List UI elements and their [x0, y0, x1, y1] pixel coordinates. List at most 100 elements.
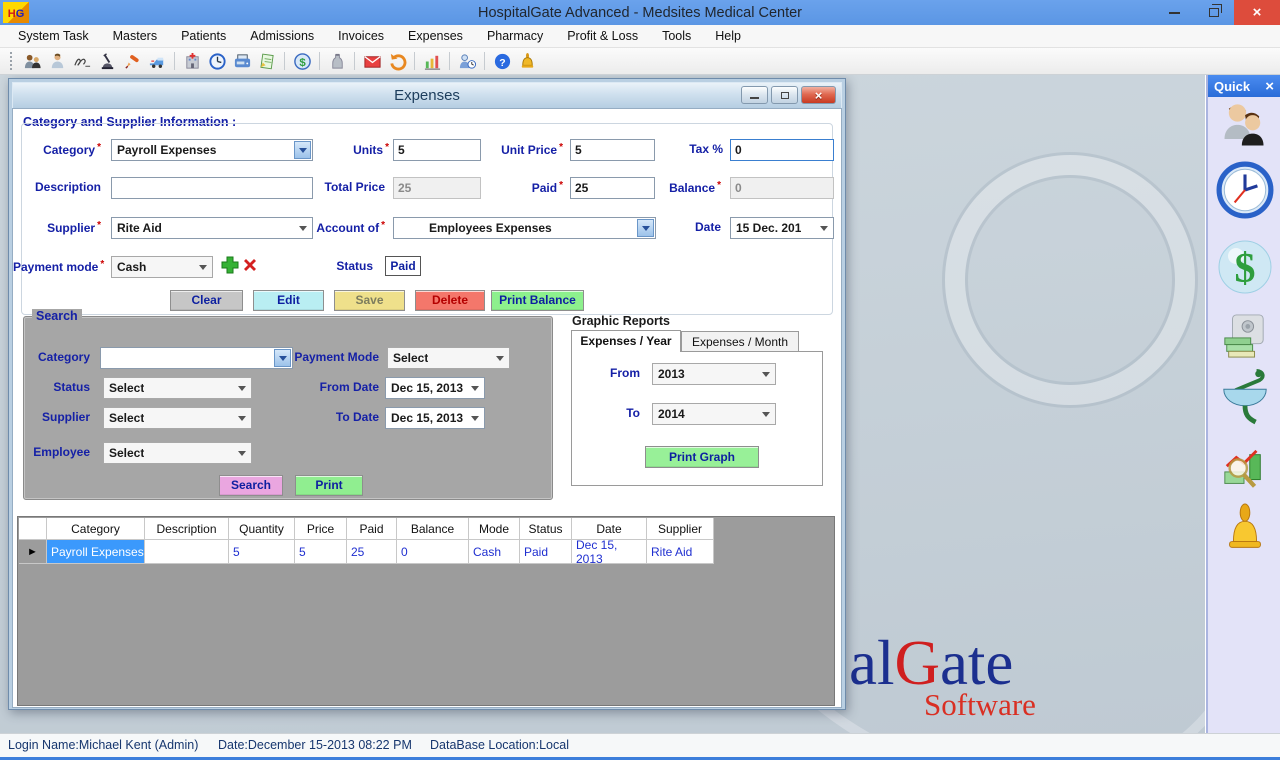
expenses-minimize-button[interactable] — [741, 86, 768, 104]
edit-button[interactable]: Edit — [253, 290, 324, 311]
graph-from-combo[interactable]: 2013 — [652, 363, 776, 385]
col-description[interactable]: Description — [145, 518, 229, 540]
col-quantity[interactable]: Quantity — [229, 518, 295, 540]
menu-system-task[interactable]: System Task — [6, 25, 101, 47]
search-payment-mode-combo[interactable]: Select — [387, 347, 510, 369]
staff-schedule-icon[interactable] — [456, 50, 478, 72]
minimize-button[interactable] — [1154, 0, 1194, 25]
col-mode[interactable]: Mode — [469, 518, 520, 540]
chart-icon[interactable] — [421, 50, 443, 72]
add-payment-mode-icon[interactable] — [221, 256, 239, 274]
signature-icon[interactable] — [71, 50, 93, 72]
chevron-down-icon[interactable] — [294, 141, 311, 159]
cell-category[interactable]: Payroll Expenses — [47, 540, 145, 564]
cell-balance[interactable]: 0 — [397, 540, 469, 564]
hospital-icon[interactable] — [181, 50, 203, 72]
pen-icon[interactable] — [121, 50, 143, 72]
category-combo[interactable]: Payroll Expenses — [111, 139, 313, 161]
units-input[interactable] — [393, 139, 481, 161]
cell-description[interactable] — [145, 540, 229, 564]
status-login: Login Name:Michael Kent (Admin) — [8, 738, 198, 752]
col-status[interactable]: Status — [520, 518, 572, 540]
expenses-close-button[interactable]: × — [801, 86, 836, 104]
chevron-down-icon[interactable] — [637, 219, 654, 237]
quick-analysis-icon[interactable] — [1221, 447, 1267, 498]
quick-staff-icon[interactable] — [1218, 99, 1270, 158]
date-picker[interactable]: 15 Dec. 201 — [730, 217, 834, 239]
menu-pharmacy[interactable]: Pharmacy — [475, 25, 555, 47]
cell-status[interactable]: Paid — [520, 540, 572, 564]
table-row[interactable]: ► Payroll Expenses 5 5 25 0 Cash Paid De… — [19, 540, 714, 564]
print-graph-button[interactable]: Print Graph — [645, 446, 759, 468]
invoice-icon[interactable] — [256, 50, 278, 72]
menu-invoices[interactable]: Invoices — [326, 25, 396, 47]
supplier-combo[interactable]: Rite Aid — [111, 217, 313, 239]
row-selector[interactable]: ► — [19, 540, 47, 564]
close-button[interactable]: × — [1234, 0, 1280, 25]
mail-icon[interactable] — [361, 50, 383, 72]
search-category-combo[interactable] — [100, 347, 293, 369]
expenses-maximize-button[interactable] — [771, 86, 798, 104]
bell-icon[interactable] — [516, 50, 538, 72]
ambulance-icon[interactable] — [146, 50, 168, 72]
search-payment-mode-label: Payment Mode — [279, 350, 379, 364]
cell-quantity[interactable]: 5 — [229, 540, 295, 564]
cell-price[interactable]: 5 — [295, 540, 347, 564]
supplies-icon[interactable] — [326, 50, 348, 72]
patients-group-icon[interactable] — [21, 50, 43, 72]
menu-admissions[interactable]: Admissions — [238, 25, 326, 47]
quick-close-icon[interactable]: × — [1265, 78, 1274, 95]
microscope-icon[interactable] — [96, 50, 118, 72]
search-status-combo[interactable]: Select — [103, 377, 252, 399]
graph-to-combo[interactable]: 2014 — [652, 403, 776, 425]
save-button[interactable]: Save — [334, 290, 405, 311]
cell-paid[interactable]: 25 — [347, 540, 397, 564]
unit-price-input[interactable] — [570, 139, 655, 161]
menu-patients[interactable]: Patients — [169, 25, 238, 47]
payment-mode-label: Payment mode* — [13, 259, 103, 274]
quick-cash-icon[interactable] — [1221, 313, 1267, 364]
menu-help[interactable]: Help — [703, 25, 753, 47]
col-paid[interactable]: Paid — [347, 518, 397, 540]
col-category[interactable]: Category — [47, 518, 145, 540]
quick-bell-icon[interactable] — [1223, 503, 1267, 562]
restore-button[interactable] — [1194, 0, 1234, 25]
cell-mode[interactable]: Cash — [469, 540, 520, 564]
payment-mode-combo[interactable]: Cash — [111, 256, 213, 278]
clock-icon[interactable] — [206, 50, 228, 72]
quick-finance-icon[interactable]: $ — [1217, 239, 1273, 300]
search-employee-combo[interactable]: Select — [103, 442, 252, 464]
cell-supplier[interactable]: Rite Aid — [647, 540, 714, 564]
menu-expenses[interactable]: Expenses — [396, 25, 475, 47]
search-from-date-picker[interactable]: Dec 15, 2013 — [385, 377, 485, 399]
tax-input[interactable] — [730, 139, 834, 161]
tab-expenses-month[interactable]: Expenses / Month — [681, 331, 799, 352]
delete-button[interactable]: Delete — [415, 290, 485, 311]
account-of-combo[interactable]: Employees Expenses — [393, 217, 656, 239]
clear-button[interactable]: Clear — [170, 290, 243, 311]
patient-icon[interactable] — [46, 50, 68, 72]
expenses-titlebar[interactable]: Expenses × — [12, 82, 842, 108]
toolbar-separator — [174, 52, 175, 70]
fax-icon[interactable] — [231, 50, 253, 72]
search-button[interactable]: Search — [219, 475, 283, 496]
dollar-icon[interactable]: $ — [291, 50, 313, 72]
menu-profit-loss[interactable]: Profit & Loss — [555, 25, 650, 47]
description-input[interactable] — [111, 177, 313, 199]
tab-expenses-year[interactable]: Expenses / Year — [571, 330, 681, 352]
menu-tools[interactable]: Tools — [650, 25, 703, 47]
menu-masters[interactable]: Masters — [101, 25, 169, 47]
quick-clock-icon[interactable] — [1216, 161, 1274, 224]
cell-date[interactable]: Dec 15, 2013 — [572, 540, 647, 564]
quick-pharmacy-icon[interactable] — [1218, 365, 1272, 434]
help-icon[interactable]: ? — [491, 50, 513, 72]
undo-icon[interactable] — [386, 50, 408, 72]
print-balance-button[interactable]: Print Balance — [491, 290, 584, 311]
search-to-date-picker[interactable]: Dec 15, 2013 — [385, 407, 485, 429]
delete-payment-mode-icon[interactable] — [242, 257, 258, 273]
col-balance[interactable]: Balance — [397, 518, 469, 540]
col-price[interactable]: Price — [295, 518, 347, 540]
col-supplier[interactable]: Supplier — [647, 518, 714, 540]
print-button[interactable]: Print — [295, 475, 363, 496]
search-supplier-combo[interactable]: Select — [103, 407, 252, 429]
